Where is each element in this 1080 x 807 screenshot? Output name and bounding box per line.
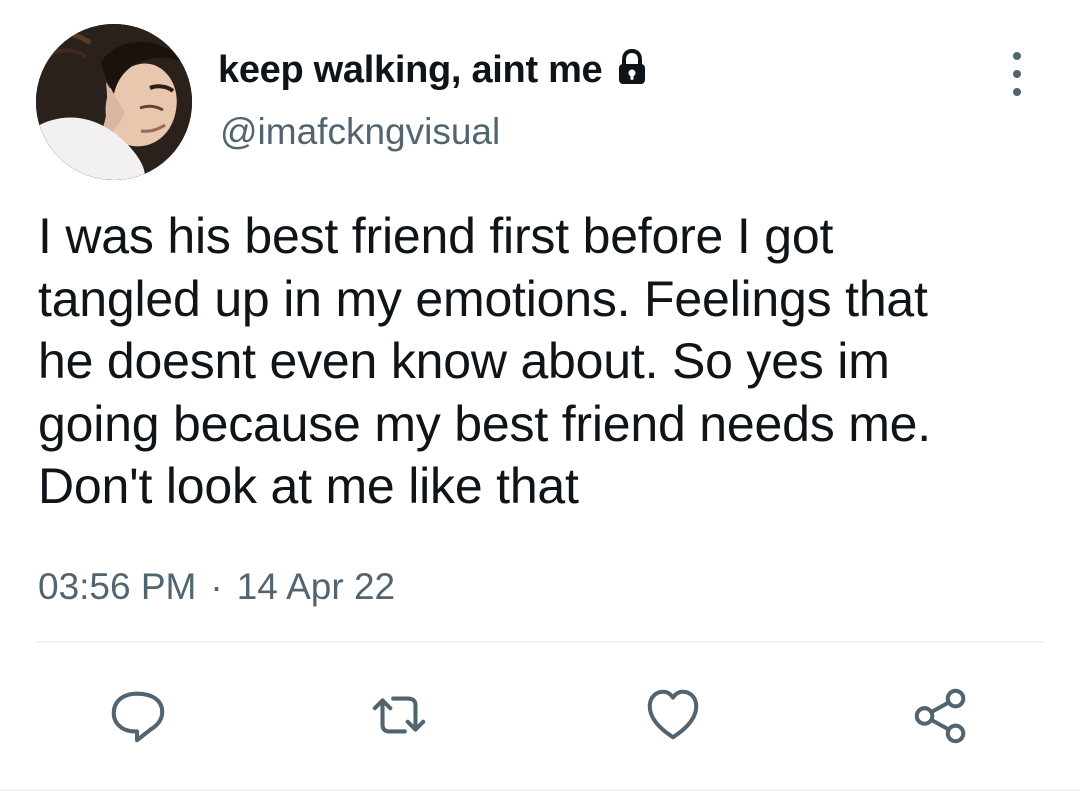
user-handle[interactable]: @imafckngvisual <box>220 111 500 153</box>
retweet-icon <box>372 696 426 734</box>
share-icon <box>914 688 966 744</box>
like-button[interactable] <box>641 683 705 747</box>
tweet-text: I was his best friend first before I got… <box>38 208 931 514</box>
display-name[interactable]: keep walking, aint me <box>218 51 603 89</box>
more-dot-icon <box>1013 52 1021 60</box>
reply-button[interactable] <box>106 683 170 747</box>
retweet-button[interactable] <box>367 683 431 747</box>
tweet-time[interactable]: 03:56 PM <box>38 565 196 609</box>
profile-photo <box>36 24 192 180</box>
heart-icon <box>647 689 699 740</box>
tweet-card: keep walking, aint me @imafckngvisual I … <box>0 0 1080 807</box>
reply-icon <box>111 691 165 743</box>
share-button[interactable] <box>909 683 973 747</box>
display-name-row: keep walking, aint me <box>218 44 652 96</box>
more-dot-icon <box>1013 70 1021 78</box>
more-options-button[interactable] <box>1004 52 1030 96</box>
tweet-actions <box>0 675 1080 755</box>
tweet-metadata: 03:56 PM · 14 Apr 22 <box>38 565 395 609</box>
bottom-divider <box>0 789 1080 791</box>
more-dot-icon <box>1013 88 1021 96</box>
avatar[interactable] <box>36 24 192 180</box>
tweet-date[interactable]: 14 Apr 22 <box>237 565 395 609</box>
metadata-divider <box>36 641 1044 643</box>
lock-icon <box>612 48 652 88</box>
metadata-separator: · <box>210 566 223 607</box>
